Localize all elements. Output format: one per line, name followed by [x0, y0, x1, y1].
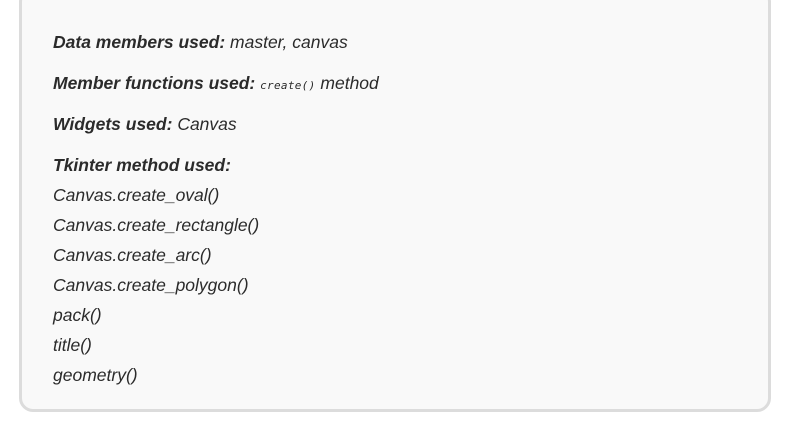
data-members-label: Data members used: [53, 32, 226, 52]
member-functions-code: create() [260, 79, 316, 92]
member-functions-suffix: method [320, 73, 379, 93]
method-item: title() [53, 335, 92, 355]
method-item: Canvas.create_oval() [53, 185, 220, 205]
widgets-value: Canvas [177, 114, 237, 134]
member-functions-label: Member functions used: [53, 73, 256, 93]
method-item: Canvas.create_rectangle() [53, 215, 260, 235]
data-members-line: Data members used: master, canvas [53, 31, 348, 53]
widgets-label: Widgets used: [53, 114, 173, 134]
data-members-value: master, canvas [230, 32, 348, 52]
info-card: Data members used: master, canvas Member… [19, 0, 771, 412]
member-functions-line: Member functions used: create() method [53, 72, 379, 97]
tkinter-methods-label: Tkinter method used: [53, 155, 231, 175]
method-item: pack() [53, 305, 102, 325]
method-item: Canvas.create_arc() [53, 245, 212, 265]
method-item: Canvas.create_polygon() [53, 275, 249, 295]
widgets-line: Widgets used: Canvas [53, 113, 237, 135]
method-item: geometry() [53, 365, 138, 385]
